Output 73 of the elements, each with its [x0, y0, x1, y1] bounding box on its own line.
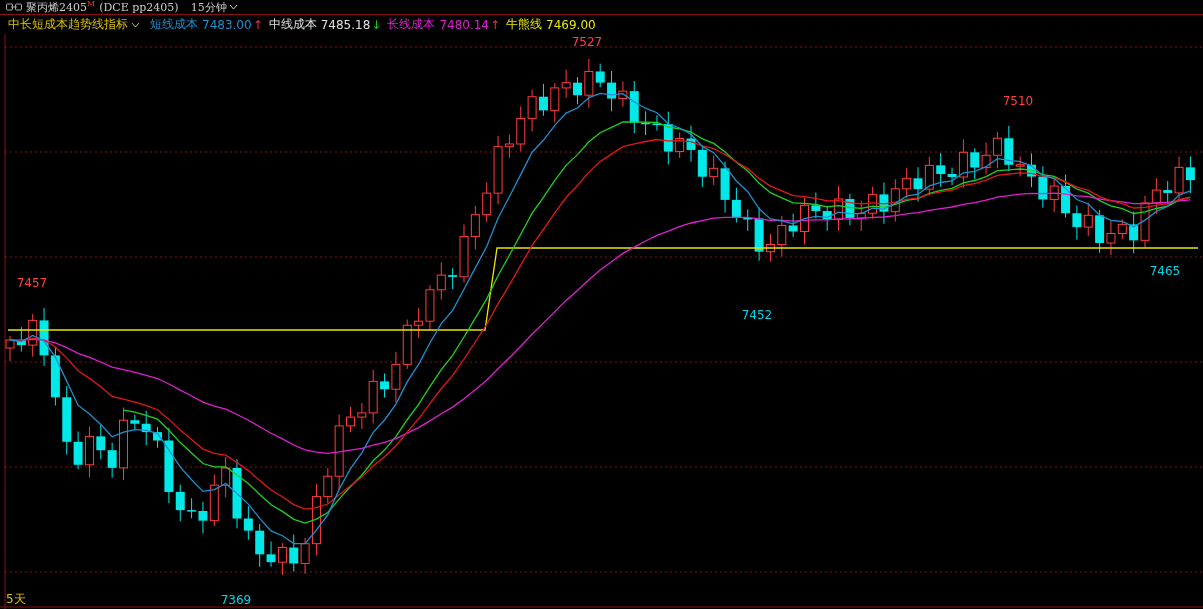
candlestick	[402, 319, 412, 370]
candlestick	[50, 346, 60, 406]
indicator-selector[interactable]: 中长短成本趋势线指标	[8, 16, 140, 33]
candlestick	[811, 192, 821, 219]
candlestick	[1072, 205, 1082, 241]
candlestick	[16, 326, 26, 352]
candlestick	[1027, 152, 1036, 188]
candlestick	[981, 141, 991, 175]
trend-arrow: ↑	[490, 17, 501, 32]
candlestick	[550, 82, 560, 124]
candlestick	[697, 145, 707, 188]
candlestick	[5, 335, 15, 362]
low-price-label: 7465	[1149, 264, 1181, 278]
indicator-label: 短线成本	[150, 16, 198, 33]
candlestick	[800, 197, 809, 245]
candlestick	[516, 105, 526, 152]
indicator-label: 中线成本	[268, 16, 317, 33]
candlestick	[970, 147, 980, 180]
indicator-value: 7469.00	[546, 17, 596, 32]
trend-arrow: ↓	[371, 17, 382, 32]
high-price-label: 7457	[16, 276, 48, 290]
candlestick	[1129, 211, 1139, 254]
candlestick	[1038, 165, 1048, 209]
candlestick	[834, 185, 844, 232]
trend-arrow: ↑	[252, 17, 263, 32]
indicator-value: 7480.14	[439, 17, 489, 32]
indicator-label: 牛熊线	[506, 16, 543, 33]
candlestick	[845, 193, 855, 226]
candlestick	[573, 76, 582, 105]
candlestick	[686, 125, 696, 163]
candlestick	[675, 131, 685, 159]
candlestick	[913, 166, 923, 203]
candlestick	[561, 69, 571, 99]
contract-title: 聚丙烯2405$^{M}$	[26, 0, 96, 15]
candlestick	[346, 406, 355, 433]
candlestick	[277, 542, 287, 576]
candlestick	[822, 205, 832, 232]
candlestick	[868, 186, 878, 220]
candlestick	[96, 424, 106, 460]
high-price-label: 7510	[1002, 94, 1034, 108]
candlestick	[289, 534, 299, 573]
candlestick	[1095, 209, 1105, 254]
candlestick	[436, 261, 446, 301]
candlestick	[1151, 177, 1161, 215]
candlestick	[107, 442, 117, 479]
candlestick	[1083, 202, 1093, 237]
candlestick	[879, 182, 889, 225]
range-label: 5天	[6, 592, 26, 606]
candlestick	[39, 307, 49, 367]
low-price-label: 7452	[741, 308, 773, 322]
candlestick	[924, 156, 934, 195]
candlestick	[84, 426, 94, 478]
exchange-code: (DCE pp2405)	[99, 0, 179, 14]
caret-icon	[228, 4, 238, 10]
period-selector[interactable]: 15分钟	[190, 0, 238, 15]
candlestick	[992, 131, 1002, 169]
candlestick	[1140, 195, 1150, 249]
candlestick	[856, 200, 866, 232]
high-price-label: 7527	[571, 35, 603, 49]
candlestick	[890, 178, 900, 222]
low-price-label: 7369	[220, 593, 252, 607]
candlestick	[470, 205, 480, 250]
candlestick	[28, 313, 38, 358]
indicator-value: 7485.18	[320, 17, 371, 32]
caret-icon	[131, 21, 140, 28]
candlestick	[1061, 173, 1071, 219]
link-icon[interactable]	[6, 3, 22, 11]
candlestick	[902, 167, 912, 199]
candlestick	[1185, 155, 1195, 194]
indicator-value: 7483.00	[202, 17, 252, 32]
indicator-label: 长线成本	[387, 16, 436, 33]
candlestick	[527, 89, 537, 132]
candlestick	[538, 83, 548, 117]
